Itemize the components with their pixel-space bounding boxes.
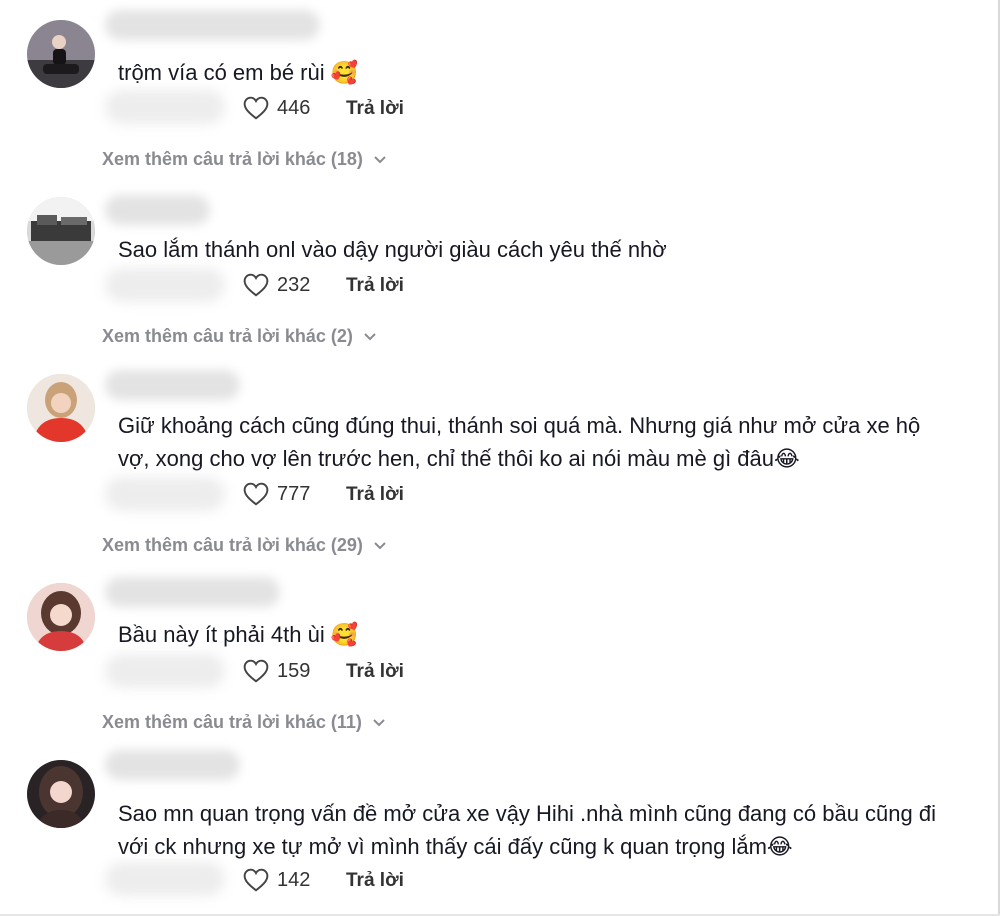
timestamp-redacted — [105, 477, 225, 511]
username-redacted — [105, 750, 240, 780]
username-redacted — [105, 10, 320, 40]
user-avatar-icon — [27, 20, 95, 88]
like-count: 777 — [277, 482, 311, 505]
comment-text: Bầu này ít phải 4th ùi 🥰 — [118, 622, 359, 647]
chevron-down-icon — [374, 541, 386, 549]
like-button[interactable]: 232 — [243, 273, 310, 297]
like-button[interactable]: 142 — [243, 868, 310, 892]
reply-button[interactable]: Trả lời — [346, 870, 404, 892]
like-count: 446 — [277, 96, 311, 119]
view-more-replies-label: Xem thêm câu trả lời khác (29) — [102, 535, 363, 555]
view-more-replies-label: Xem thêm câu trả lời khác (2) — [102, 326, 353, 346]
like-count: 142 — [277, 868, 311, 891]
comment-text: Giữ khoảng cách cũng đúng thui, thánh so… — [118, 413, 921, 471]
timestamp-redacted — [105, 862, 225, 896]
user-avatar[interactable] — [27, 583, 95, 651]
username-redacted — [105, 195, 210, 225]
username-redacted — [105, 370, 240, 400]
like-button[interactable]: 159 — [243, 659, 310, 683]
heart-icon — [243, 96, 269, 120]
chevron-down-icon — [374, 155, 386, 163]
like-count: 159 — [277, 659, 311, 682]
view-more-replies[interactable]: Xem thêm câu trả lời khác (11) — [102, 712, 386, 733]
timestamp-redacted — [105, 654, 225, 688]
comment-text: Sao mn quan trọng vấn đề mở cửa xe vậy H… — [118, 801, 936, 859]
reply-button[interactable]: Trả lời — [346, 275, 404, 297]
user-avatar[interactable] — [27, 760, 95, 828]
reply-button[interactable]: Trả lời — [346, 484, 404, 506]
like-count: 232 — [277, 273, 311, 296]
comment-text: trộm vía có em bé rùi 🥰 — [118, 60, 359, 85]
user-avatar[interactable] — [27, 197, 95, 265]
comment-text: Sao lắm thánh onl vào dậy người giàu các… — [118, 237, 667, 262]
user-avatar-icon — [27, 760, 95, 828]
view-more-replies[interactable]: Xem thêm câu trả lời khác (18) — [102, 149, 387, 170]
reply-button[interactable]: Trả lời — [346, 661, 404, 683]
user-avatar[interactable] — [27, 374, 95, 442]
like-button[interactable]: 446 — [243, 96, 310, 120]
user-avatar-icon — [27, 197, 95, 265]
like-button[interactable]: 777 — [243, 482, 310, 506]
view-more-replies[interactable]: Xem thêm câu trả lời khác (29) — [102, 535, 387, 556]
heart-icon — [243, 659, 269, 683]
user-avatar[interactable] — [27, 20, 95, 88]
reply-button[interactable]: Trả lời — [346, 98, 404, 120]
heart-icon — [243, 273, 269, 297]
timestamp-redacted — [105, 268, 225, 302]
view-more-replies[interactable]: Xem thêm câu trả lời khác (2) — [102, 326, 377, 347]
user-avatar-icon — [27, 583, 95, 651]
chevron-down-icon — [364, 332, 376, 340]
user-avatar-icon — [27, 374, 95, 442]
heart-icon — [243, 868, 269, 892]
heart-icon — [243, 482, 269, 506]
chevron-down-icon — [373, 718, 385, 726]
timestamp-redacted — [105, 90, 225, 124]
view-more-replies-label: Xem thêm câu trả lời khác (11) — [102, 712, 362, 732]
username-redacted — [105, 577, 280, 607]
view-more-replies-label: Xem thêm câu trả lời khác (18) — [102, 149, 363, 169]
